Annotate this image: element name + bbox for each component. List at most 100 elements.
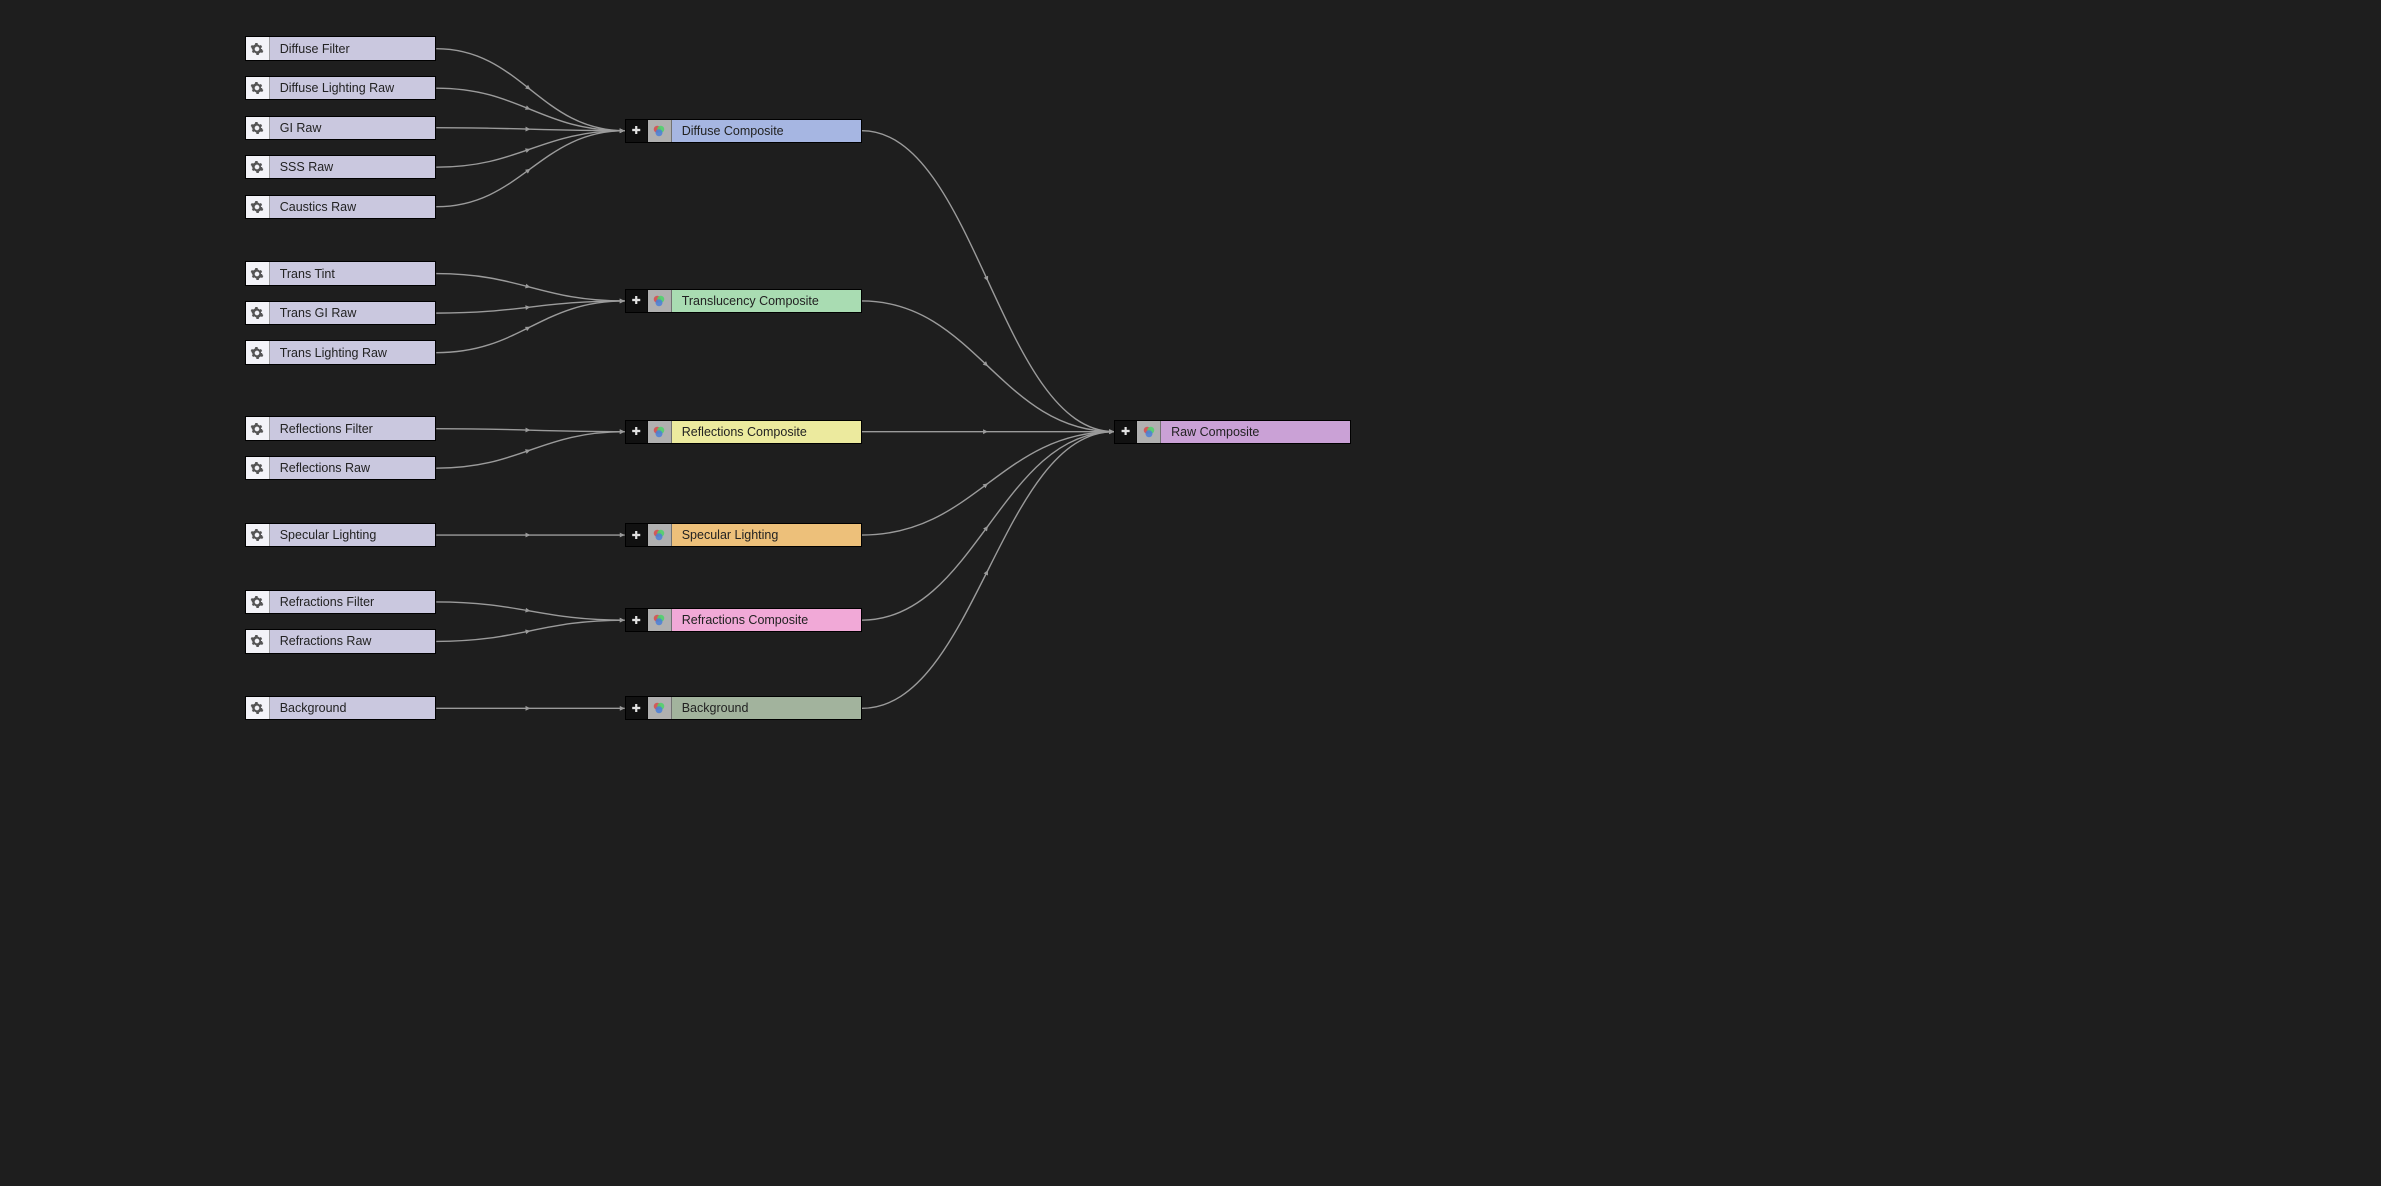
add-input-icon[interactable]: ✚ xyxy=(626,421,648,443)
node-label: Specular Lighting xyxy=(672,524,861,546)
node-gi_raw[interactable]: GI Raw xyxy=(245,116,437,140)
node-label: Diffuse Composite xyxy=(672,120,861,142)
node-diffuse_comp[interactable]: ✚ Diffuse Composite xyxy=(625,119,862,143)
node-label: Background xyxy=(672,697,861,719)
edge-spec_comp-to-raw_comp xyxy=(862,432,1114,535)
gear-icon xyxy=(250,346,264,360)
edge-refr_filter-to-refr_comp xyxy=(436,602,624,620)
node-label: Refractions Composite xyxy=(672,609,861,631)
node-refl_filter[interactable]: Reflections Filter xyxy=(245,416,437,440)
node-refr_filter[interactable]: Refractions Filter xyxy=(245,590,437,614)
node-label: Raw Composite xyxy=(1161,421,1350,443)
gear-icon xyxy=(250,595,264,609)
node-type-icon xyxy=(246,697,270,719)
node-trans_lighting[interactable]: Trans Lighting Raw xyxy=(245,340,437,364)
node-label: GI Raw xyxy=(270,117,436,139)
node-trans_comp[interactable]: ✚ Translucency Composite xyxy=(625,289,862,313)
edge-background_comp-to-raw_comp xyxy=(862,432,1114,709)
node-label: Background xyxy=(270,697,436,719)
gear-icon xyxy=(250,528,264,542)
node-label: Trans Lighting Raw xyxy=(270,341,436,363)
node-type-icon xyxy=(246,417,270,439)
node-label: Reflections Raw xyxy=(270,457,436,479)
node-type-icon xyxy=(246,37,270,59)
node-raw_comp[interactable]: ✚ Raw Composite xyxy=(1114,420,1351,444)
edge-caustics_raw-to-diffuse_comp xyxy=(436,131,624,207)
node-type-icon xyxy=(246,591,270,613)
node-trans_gi_raw[interactable]: Trans GI Raw xyxy=(245,301,437,325)
gear-icon xyxy=(250,267,264,281)
node-label: Caustics Raw xyxy=(270,196,436,218)
add-input-icon[interactable]: ✚ xyxy=(1115,421,1137,443)
node-type-icon xyxy=(246,341,270,363)
node-type-icon xyxy=(246,524,270,546)
node-type-icon xyxy=(648,524,672,546)
edge-trans_lighting-to-trans_comp xyxy=(436,301,624,353)
node-type-icon xyxy=(246,262,270,284)
gear-icon xyxy=(250,160,264,174)
node-background_in[interactable]: Background xyxy=(245,696,437,720)
node-type-icon xyxy=(1137,421,1161,443)
node-sss_raw[interactable]: SSS Raw xyxy=(245,155,437,179)
node-type-icon xyxy=(648,120,672,142)
add-input-icon[interactable]: ✚ xyxy=(626,120,648,142)
node-label: Reflections Filter xyxy=(270,417,436,439)
edge-sss_raw-to-diffuse_comp xyxy=(436,131,624,167)
edge-diffuse_lighting-to-diffuse_comp xyxy=(436,88,624,131)
edge-trans_gi_raw-to-trans_comp xyxy=(436,301,624,313)
rgb-icon xyxy=(652,613,666,627)
rgb-icon xyxy=(652,294,666,308)
node-type-icon xyxy=(246,196,270,218)
node-label: Reflections Composite xyxy=(672,421,861,443)
node-type-icon xyxy=(648,290,672,312)
node-spec_lighting[interactable]: Specular Lighting xyxy=(245,523,437,547)
edge-diffuse_filter-to-diffuse_comp xyxy=(436,49,624,131)
node-refl_comp[interactable]: ✚ Reflections Composite xyxy=(625,420,862,444)
gear-icon xyxy=(250,306,264,320)
node-refl_raw[interactable]: Reflections Raw xyxy=(245,456,437,480)
node-label: Refractions Raw xyxy=(270,630,436,652)
node-type-icon xyxy=(246,302,270,324)
rgb-icon xyxy=(652,528,666,542)
edge-refl_filter-to-refl_comp xyxy=(436,429,624,432)
edge-refl_raw-to-refl_comp xyxy=(436,432,624,468)
edge-trans_tint-to-trans_comp xyxy=(436,274,624,301)
rgb-icon xyxy=(652,701,666,715)
add-input-icon[interactable]: ✚ xyxy=(626,697,648,719)
node-label: Specular Lighting xyxy=(270,524,436,546)
node-spec_comp[interactable]: ✚ Specular Lighting xyxy=(625,523,862,547)
node-label: Translucency Composite xyxy=(672,290,861,312)
node-type-icon xyxy=(246,77,270,99)
add-input-icon[interactable]: ✚ xyxy=(626,609,648,631)
node-label: Trans Tint xyxy=(270,262,436,284)
gear-icon xyxy=(250,422,264,436)
node-refr_comp[interactable]: ✚ Refractions Composite xyxy=(625,608,862,632)
rgb-icon xyxy=(652,425,666,439)
node-type-icon xyxy=(648,697,672,719)
edge-refr_raw-to-refr_comp xyxy=(436,620,624,641)
gear-icon xyxy=(250,121,264,135)
node-caustics_raw[interactable]: Caustics Raw xyxy=(245,195,437,219)
node-type-icon xyxy=(648,609,672,631)
add-input-icon[interactable]: ✚ xyxy=(626,290,648,312)
node-graph-canvas[interactable]: Diffuse Filter Diffuse Lighting Raw GI R… xyxy=(0,0,1561,778)
gear-icon xyxy=(250,81,264,95)
rgb-icon xyxy=(1142,425,1156,439)
node-type-icon xyxy=(246,457,270,479)
gear-icon xyxy=(250,634,264,648)
node-diffuse_lighting[interactable]: Diffuse Lighting Raw xyxy=(245,76,437,100)
gear-icon xyxy=(250,42,264,56)
node-label: SSS Raw xyxy=(270,156,436,178)
edge-gi_raw-to-diffuse_comp xyxy=(436,128,624,131)
gear-icon xyxy=(250,461,264,475)
node-trans_tint[interactable]: Trans Tint xyxy=(245,261,437,285)
node-label: Refractions Filter xyxy=(270,591,436,613)
node-diffuse_filter[interactable]: Diffuse Filter xyxy=(245,36,437,60)
add-input-icon[interactable]: ✚ xyxy=(626,524,648,546)
node-background_comp[interactable]: ✚ Background xyxy=(625,696,862,720)
node-type-icon xyxy=(246,156,270,178)
edge-refr_comp-to-raw_comp xyxy=(862,432,1114,620)
node-refr_raw[interactable]: Refractions Raw xyxy=(245,629,437,653)
node-type-icon xyxy=(246,630,270,652)
node-label: Diffuse Lighting Raw xyxy=(270,77,436,99)
